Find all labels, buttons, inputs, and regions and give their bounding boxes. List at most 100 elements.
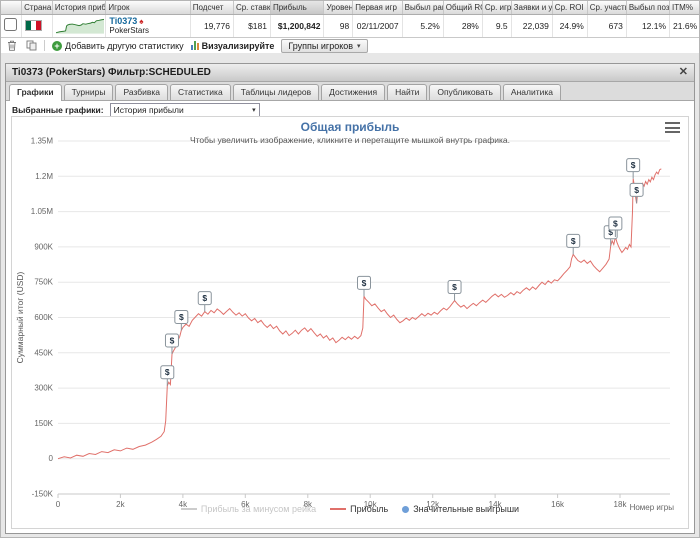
header-count[interactable]: Подсчет xyxy=(190,1,234,15)
close-icon[interactable]: ✕ xyxy=(679,67,688,78)
header-level[interactable]: Уровень xyxy=(323,1,354,15)
tab-publish[interactable]: Опубликовать xyxy=(429,84,501,100)
tab-find[interactable]: Найти xyxy=(387,84,428,100)
legend-item-profit-minus-rake[interactable]: Прибыль за минусом рейка xyxy=(180,504,317,514)
svg-text:900K: 900K xyxy=(34,242,53,251)
cell-count: 19,776 xyxy=(190,14,234,38)
cell-level: 98 xyxy=(323,14,354,38)
visualize-label: Визуализируйте xyxy=(201,40,275,51)
add-statistic-label: Добавить другую статистику xyxy=(65,40,184,51)
header-profit-history[interactable]: История прибыл xyxy=(52,1,107,15)
svg-text:$: $ xyxy=(571,236,576,246)
header-avg-roi[interactable]: Ср. ROI xyxy=(552,1,588,15)
tab-analytics[interactable]: Аналитика xyxy=(502,84,561,100)
header-profit[interactable]: Прибыль xyxy=(270,1,325,15)
cell-entries: 22,039 xyxy=(511,14,553,38)
header-entries[interactable]: Заявки и у xyxy=(511,1,553,15)
table-toolbar: + Добавить другую статистику Визуализиру… xyxy=(1,38,699,53)
header-bust-early[interactable]: Выбыл ранс xyxy=(402,1,444,15)
chevron-down-icon: ▾ xyxy=(252,107,256,114)
player-groups-label: Группы игроков xyxy=(288,40,354,51)
cell-avg-stake: $181 xyxy=(233,14,271,38)
copy-icon[interactable] xyxy=(25,40,37,52)
network-label: PokerStars xyxy=(109,26,149,35)
legend-swatch-rake xyxy=(180,508,197,510)
tab-breakdown[interactable]: Разбивка xyxy=(115,84,169,100)
svg-text:$: $ xyxy=(634,185,639,195)
chart-menu-icon[interactable] xyxy=(665,122,680,133)
svg-text:$: $ xyxy=(170,335,175,345)
header-itm[interactable]: ITM% xyxy=(669,1,699,15)
legend-label-wins: Значительные выигрыши xyxy=(413,504,520,514)
bar-chart-icon xyxy=(190,41,199,50)
panel-title: Ti0373 (PokerStars) Фильтр:SCHEDULED xyxy=(12,67,211,78)
cell-avg-entrants: 673 xyxy=(587,14,627,38)
tab-achievements[interactable]: Достижения xyxy=(321,84,386,100)
header-first-game[interactable]: Первая игр xyxy=(352,1,403,15)
header-avg-games[interactable]: Ср. игр xyxy=(482,1,512,15)
header-player[interactable]: Игрок xyxy=(105,1,191,15)
header-select xyxy=(1,1,23,15)
selected-graphs-label: Выбранные графики: xyxy=(12,105,104,115)
tab-tournaments[interactable]: Турниры xyxy=(63,84,114,100)
cell-itm: 21.6% xyxy=(669,14,699,38)
profit-chart-plot[interactable]: -150K0150K300K450K600K750K900K1.05M1.2M1… xyxy=(12,117,690,517)
visualize-button[interactable]: Визуализируйте xyxy=(190,40,275,51)
svg-text:Суммарный итог (USD): Суммарный итог (USD) xyxy=(15,271,25,363)
svg-text:$: $ xyxy=(165,367,170,377)
legend-swatch-profit xyxy=(330,508,347,510)
header-bust-late[interactable]: Выбыл поздно xyxy=(626,1,671,15)
row-checkbox[interactable] xyxy=(4,18,17,31)
svg-text:$: $ xyxy=(452,282,457,292)
toolbar-separator xyxy=(44,40,45,51)
chart-legend: Прибыль за минусом рейка Прибыль Значите… xyxy=(12,504,688,514)
graph-select[interactable]: История прибыли ▾ xyxy=(109,103,260,117)
svg-text:1.05M: 1.05M xyxy=(31,207,54,216)
header-avg-stake[interactable]: Ср. ставк xyxy=(233,1,271,15)
legend-label-profit: Прибыль xyxy=(350,504,389,514)
header-avg-entrants[interactable]: Ср. участи xyxy=(587,1,627,15)
chart-title: Общая прибыль xyxy=(300,120,400,134)
svg-text:$: $ xyxy=(202,293,207,303)
svg-text:$: $ xyxy=(362,278,367,288)
graph-select-value: История прибыли xyxy=(113,105,184,115)
svg-text:750K: 750K xyxy=(34,278,53,287)
legend-item-profit[interactable]: Прибыль xyxy=(330,504,388,514)
svg-text:300K: 300K xyxy=(34,384,53,393)
results-table: Страна История прибыл Игрок Подсчет Ср. … xyxy=(1,1,699,38)
player-panel: Ti0373 (PokerStars) Фильтр:SCHEDULED ✕ Г… xyxy=(5,63,695,534)
legend-swatch-wins xyxy=(402,505,410,513)
legend-label-rake: Прибыль за минусом рейка xyxy=(200,504,317,514)
trash-icon[interactable] xyxy=(6,40,18,52)
chevron-down-icon: ▾ xyxy=(357,42,361,50)
panel-header: Ti0373 (PokerStars) Фильтр:SCHEDULED ✕ xyxy=(6,64,694,82)
panel-tabs: Графики Турниры Разбивка Статистика Табл… xyxy=(6,82,694,101)
svg-text:0: 0 xyxy=(49,454,54,463)
sharkscope-app: Страна История прибыл Игрок Подсчет Ср. … xyxy=(0,0,700,538)
tab-leaderboards[interactable]: Таблицы лидеров xyxy=(232,84,320,100)
cell-bust-late: 12.1% xyxy=(626,14,671,38)
cell-profit: $1,200,842 xyxy=(270,14,325,38)
svg-text:150K: 150K xyxy=(34,419,53,428)
pokerstars-icon: ♠ xyxy=(139,17,144,26)
legend-item-significant-wins[interactable]: Значительные выигрыши xyxy=(402,504,519,514)
profit-history-sparkline[interactable] xyxy=(55,18,104,34)
header-country[interactable]: Страна xyxy=(21,1,53,15)
svg-text:600K: 600K xyxy=(34,313,53,322)
tab-graphs[interactable]: Графики xyxy=(9,84,62,101)
svg-text:$: $ xyxy=(179,312,184,322)
tab-statistics[interactable]: Статистика xyxy=(170,84,231,100)
cell-avg-roi: 24.9% xyxy=(552,14,588,38)
player-name-link[interactable]: Ti0373 xyxy=(109,16,137,26)
plus-icon: + xyxy=(52,40,62,51)
cell-first-game: 02/11/2007 xyxy=(352,14,403,38)
graph-select-row: Выбранные графики: История прибыли ▾ xyxy=(12,103,260,117)
results-row: Ti0373 ♠ PokerStars 19,776 $181 $1,200,84… xyxy=(1,14,699,38)
x-axis-title: Номер игры xyxy=(629,503,674,512)
cell-total-roi: 28% xyxy=(443,14,483,38)
header-total-roi[interactable]: Общий RO xyxy=(443,1,483,15)
player-groups-dropdown[interactable]: Группы игроков ▾ xyxy=(281,38,368,53)
cell-bust-early: 5.2% xyxy=(402,14,444,38)
svg-text:-150K: -150K xyxy=(32,490,54,499)
add-statistic-button[interactable]: + Добавить другую статистику xyxy=(52,40,184,51)
